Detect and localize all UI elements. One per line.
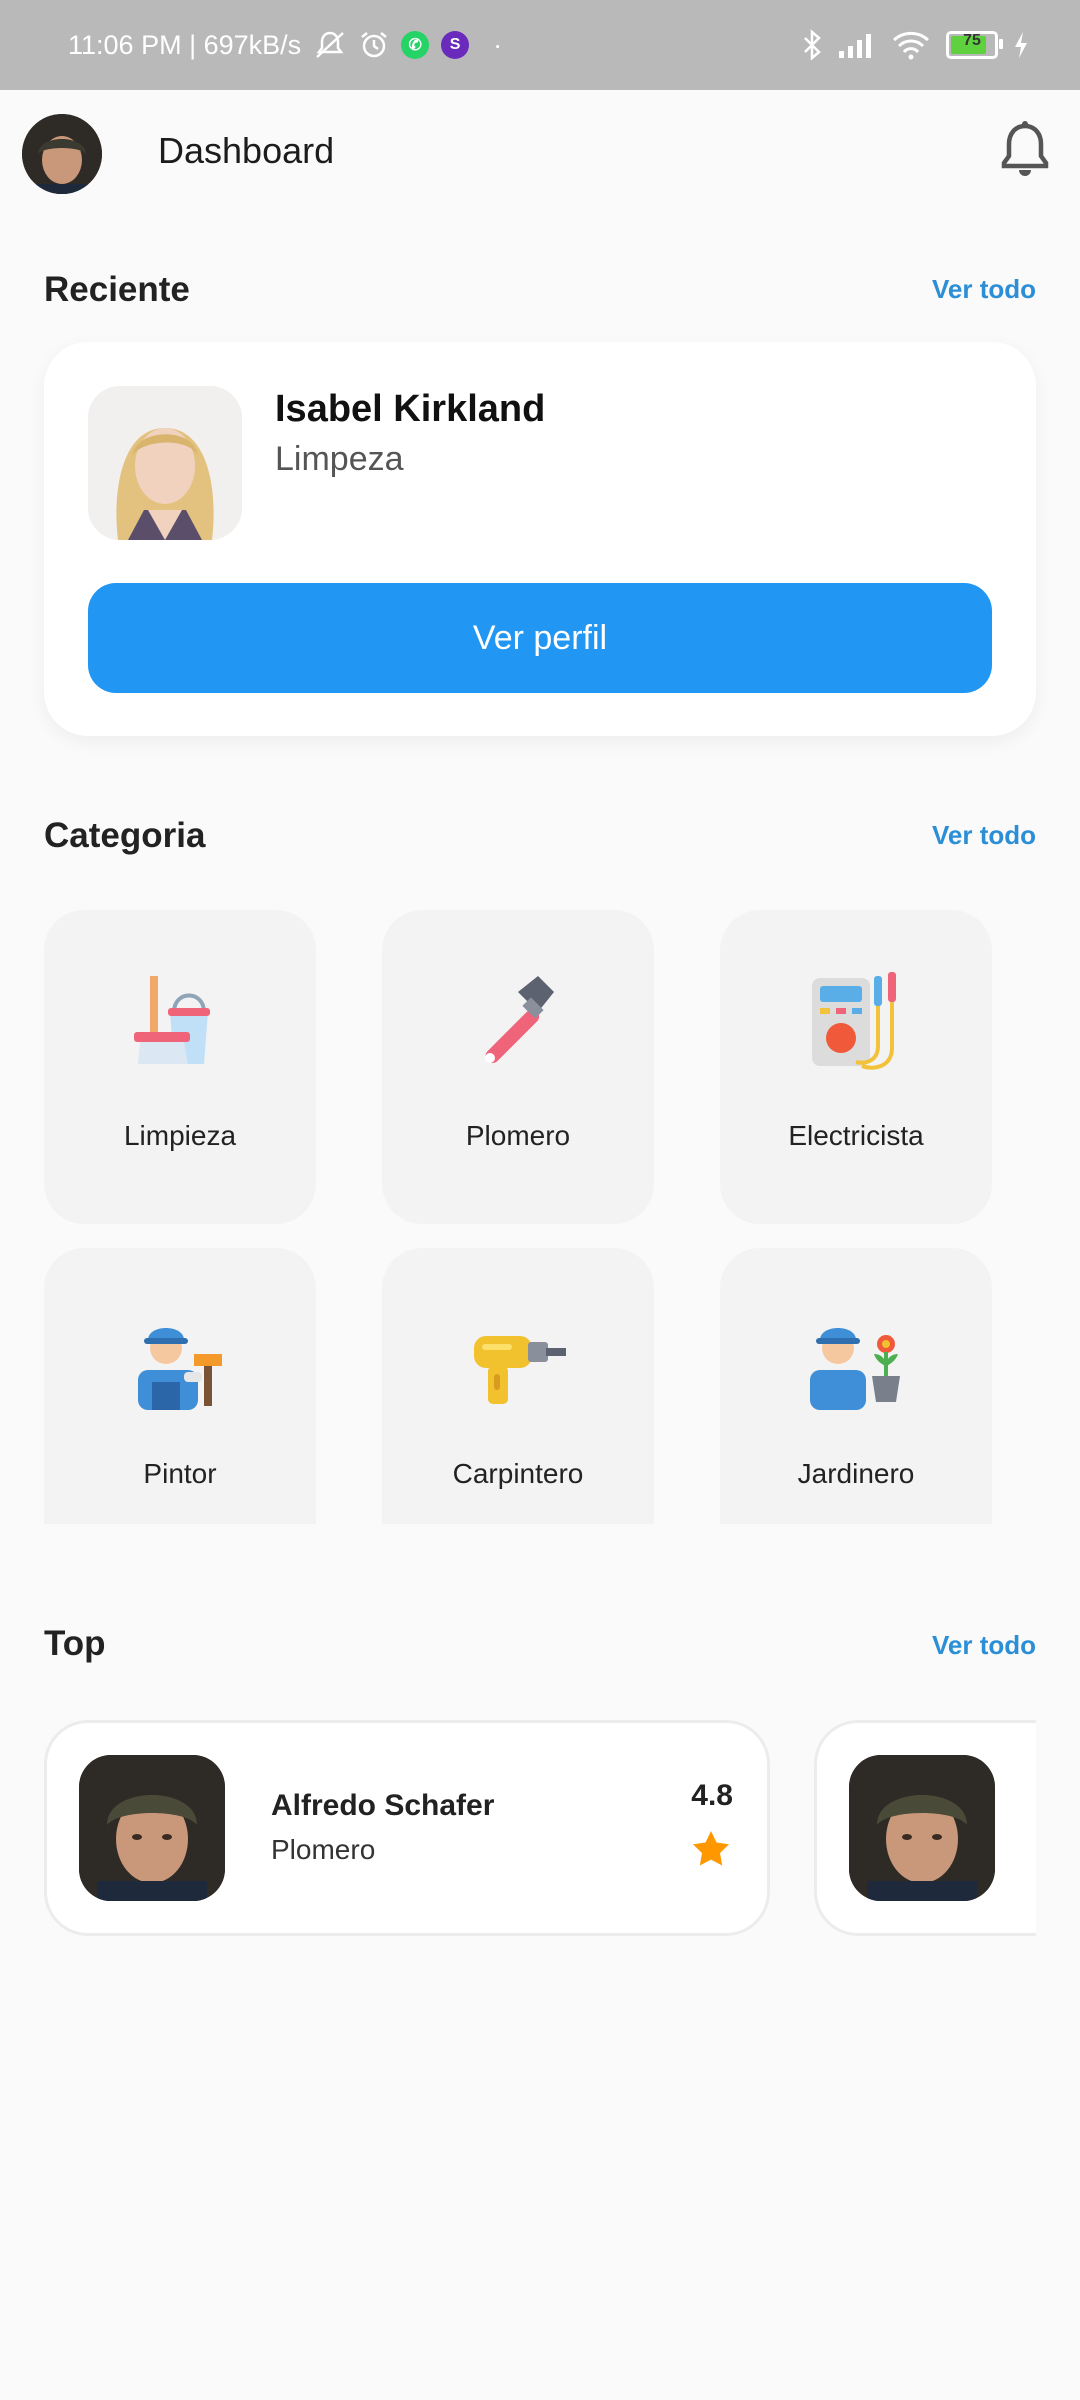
star-icon <box>693 1831 729 1866</box>
top-person-photo <box>849 1755 995 1901</box>
top-person-name: Alfredo Schafer <box>271 1789 495 1822</box>
top-card[interactable]: Alfredo Schafer Plomero 4.8 <box>44 1720 770 1936</box>
top-person-role: Plomero <box>271 1834 376 1865</box>
top-card-partial[interactable] <box>814 1720 1036 1936</box>
top-person-photo <box>79 1755 225 1901</box>
top-person-rating: 4.8 <box>691 1779 733 1812</box>
top-carousel: Alfredo Schafer Plomero 4.8 <box>0 0 1036 2400</box>
